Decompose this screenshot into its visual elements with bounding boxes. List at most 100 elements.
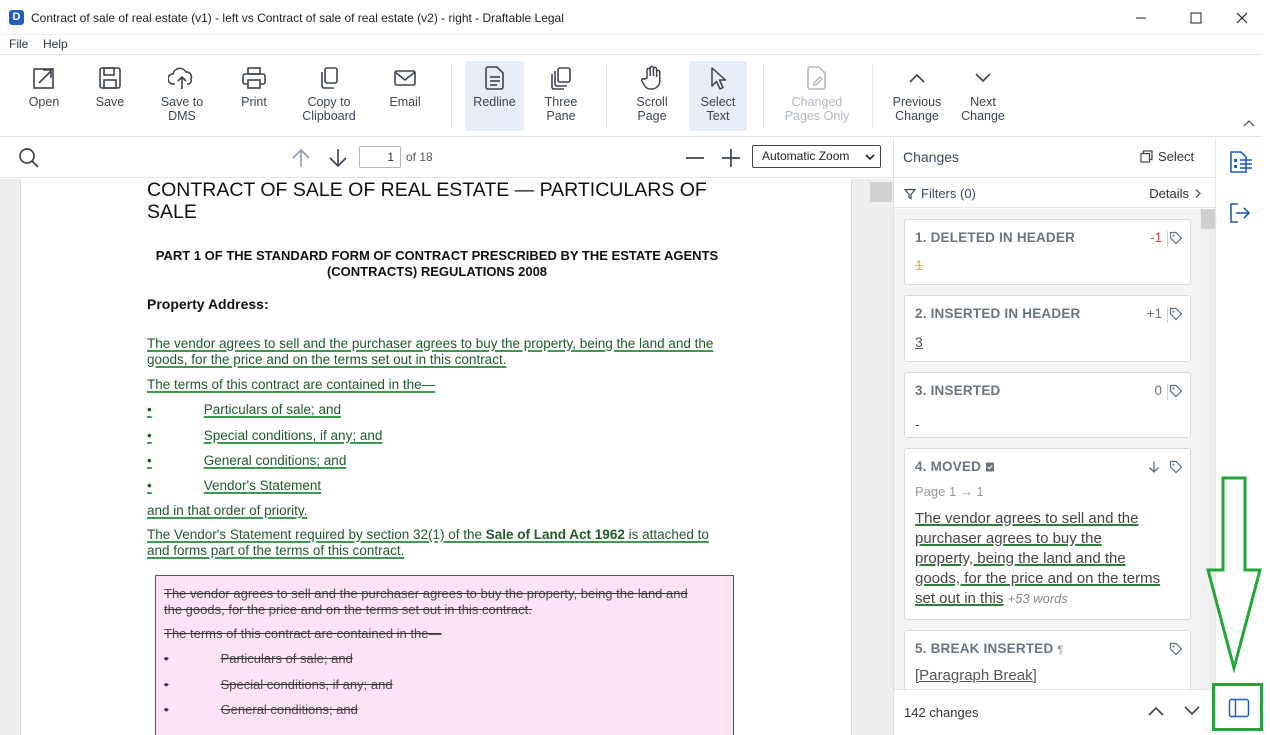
tag-icon: [1169, 384, 1183, 398]
printer-icon: [242, 67, 266, 89]
next-change-nav-button[interactable]: [1182, 704, 1202, 718]
redline-document-icon: [484, 66, 504, 90]
change-count: 0: [1154, 383, 1162, 398]
changes-scrollbar-thumb[interactable]: [1201, 209, 1215, 229]
clipboard-check-icon: [986, 462, 995, 472]
arrow-down-icon: [329, 149, 347, 168]
bullet-text: Special conditions, if any; and: [220, 677, 393, 692]
change-card[interactable]: 5. BREAK INSERTED ¶ [Paragraph Break]: [904, 630, 1191, 689]
title-bar: D Contract of sale of real estate (v1) -…: [0, 0, 1262, 35]
toolbar: Open Save Save to DMS Print Copy to Clip…: [0, 56, 1262, 137]
tag-button[interactable]: [1169, 231, 1183, 245]
page-number-input[interactable]: 1: [359, 146, 401, 168]
bullet-text: Particulars of sale; and: [220, 651, 353, 666]
bullet-text: Particulars of sale; and: [203, 402, 342, 417]
changes-title: Changes: [903, 149, 960, 165]
minimize-button[interactable]: [1121, 6, 1161, 30]
card-divider: [1167, 231, 1168, 247]
tag-icon: [1169, 307, 1183, 321]
change-card[interactable]: 4. MOVED Page 1 → 1 The vendor agrees to…: [904, 448, 1191, 620]
maximize-button[interactable]: [1176, 6, 1216, 30]
previous-change-nav-button[interactable]: [1146, 704, 1166, 718]
filters-button[interactable]: Filters (0): [904, 186, 976, 201]
change-card[interactable]: 2. INSERTED IN HEADER +1 3: [904, 295, 1191, 362]
deleted-block: The vendor agrees to sell and the purcha…: [155, 575, 734, 735]
inserted-bullet: • Vendor's Statement: [147, 478, 321, 494]
plus-icon: [722, 149, 740, 167]
document-scrollbar-thumb[interactable]: [870, 182, 892, 202]
export-icon: [1230, 203, 1251, 223]
select-text-button[interactable]: Select Text: [689, 61, 747, 131]
zoom-out-button[interactable]: [684, 147, 706, 169]
moved-text-preview: The vendor agrees to sell and the purcha…: [915, 509, 1183, 609]
scroll-page-button[interactable]: Scroll Page: [626, 61, 678, 131]
save-icon: [99, 67, 121, 89]
print-label: Print: [241, 95, 267, 109]
copy-to-clipboard-button[interactable]: Copy to Clipboard: [297, 61, 361, 131]
changes-list[interactable]: 1. DELETED IN HEADER -1 1 2. INSERTED IN…: [894, 209, 1216, 689]
tag-button[interactable]: [1169, 642, 1183, 656]
previous-change-label: Previous Change: [892, 95, 942, 123]
change-card[interactable]: 1. DELETED IN HEADER -1 1: [904, 219, 1191, 285]
more-words: +53 words: [1007, 591, 1068, 606]
collapse-ribbon-button[interactable]: [1242, 118, 1256, 128]
tag-button[interactable]: [1169, 384, 1183, 398]
change-title-text: 5. BREAK INSERTED: [915, 641, 1054, 656]
annotation-highlight-box: [1212, 683, 1263, 731]
jump-to-move-button[interactable]: [1147, 460, 1161, 474]
save-label: Save: [95, 95, 125, 109]
document-viewer[interactable]: CONTRACT OF SALE OF REAL ESTATE — PARTIC…: [0, 179, 893, 735]
window-title: Contract of sale of real estate (v1) - l…: [31, 11, 564, 25]
export-button[interactable]: [1228, 202, 1252, 224]
menu-file[interactable]: File: [9, 37, 28, 51]
card-divider: [1167, 307, 1168, 323]
property-address-label: Property Address:: [147, 296, 269, 312]
three-pane-button[interactable]: Three Pane: [536, 61, 586, 131]
select-button[interactable]: Select: [1140, 149, 1194, 164]
previous-change-button[interactable]: Previous Change: [888, 61, 946, 131]
redline-label: Redline: [473, 95, 516, 109]
change-title: 4. MOVED: [915, 459, 995, 474]
chevron-down-icon: [865, 154, 875, 161]
toolbar-divider: [451, 64, 452, 128]
open-button[interactable]: Open: [20, 61, 68, 131]
copy-icon: [321, 67, 338, 89]
email-button[interactable]: Email: [381, 61, 429, 131]
change-list-toggle-button[interactable]: [1228, 150, 1254, 174]
next-change-label: Next Change: [961, 95, 1005, 123]
three-pane-label: Three Pane: [544, 95, 578, 123]
inserted-bullet: • Special conditions, if any; and: [147, 428, 382, 444]
tag-button[interactable]: [1169, 307, 1183, 321]
filters-label: Filters (0): [921, 186, 976, 201]
deleted-text: the goods, for the price and on the term…: [164, 602, 532, 617]
save-to-dms-button[interactable]: Save to DMS: [155, 61, 209, 131]
save-button[interactable]: Save: [86, 61, 134, 131]
change-card[interactable]: 3. INSERTED 0 -: [904, 372, 1191, 438]
change-count: -1: [1149, 230, 1162, 245]
tag-button[interactable]: [1169, 460, 1183, 474]
details-button[interactable]: Details: [1149, 186, 1202, 201]
redline-button[interactable]: Redline: [465, 61, 524, 131]
card-divider: [1167, 384, 1168, 400]
previous-page-button[interactable]: [290, 147, 312, 169]
inserted-text: goods, for the price and on the terms se…: [147, 352, 507, 367]
filter-icon: [904, 188, 916, 199]
search-button[interactable]: [18, 147, 40, 169]
change-title: 1. DELETED IN HEADER: [915, 230, 1076, 245]
bullet: •: [147, 402, 152, 417]
next-page-button[interactable]: [327, 147, 349, 169]
tag-icon: [1169, 642, 1183, 656]
next-change-button[interactable]: Next Change: [956, 61, 1010, 131]
select-label: Select: [1158, 149, 1195, 164]
changed-pages-only-button[interactable]: Changed Pages Only: [782, 61, 852, 131]
menu-help[interactable]: Help: [43, 37, 68, 51]
email-label: Email: [389, 95, 421, 109]
details-label: Details: [1149, 186, 1189, 201]
zoom-select[interactable]: Automatic Zoom: [752, 145, 881, 168]
close-button[interactable]: [1222, 6, 1262, 30]
cursor-icon: [711, 67, 727, 90]
print-button[interactable]: Print: [230, 61, 278, 131]
zoom-in-button[interactable]: [720, 147, 742, 169]
toolbar-divider: [606, 64, 607, 128]
annotation-arrow-icon: [1206, 476, 1262, 673]
